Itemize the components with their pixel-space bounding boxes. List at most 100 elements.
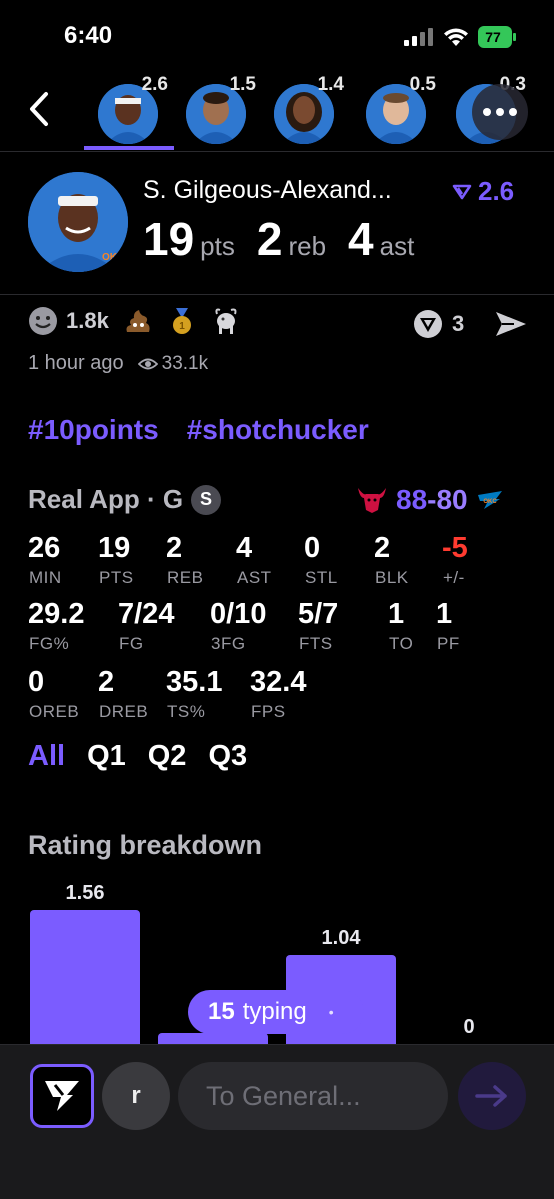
wifi-icon [444,28,468,46]
post-time: 1 hour ago [28,352,124,374]
stat-value: 2 [166,532,183,564]
player-score: 1.5 [229,74,256,95]
rebounds-value: 2 [256,213,283,265]
views-value: 33.1k [161,352,209,374]
tab-all[interactable]: All [28,740,65,773]
hashtag-link[interactable]: #shotchucker [187,414,369,446]
player-score: 0.5 [409,74,436,95]
strip-player-4[interactable]: 0.5 [366,74,436,144]
game-header: Real App · G S [28,484,222,515]
score-separator: - [427,484,437,515]
player-score: 1.4 [317,74,344,95]
stat-label: AST [237,568,272,587]
stat-value: 4 [236,532,253,564]
hashtag-link[interactable]: #10points [28,414,159,446]
stat-label: DREB [99,702,149,721]
eye-icon [137,358,158,369]
stat-label: OREB [29,702,80,721]
message-input[interactable] [178,1062,448,1130]
assists-value: 4 [348,213,374,265]
typing-indicator[interactable]: 15 typing • [188,990,364,1034]
real-logo-icon[interactable] [30,1064,94,1128]
typing-label: typing [242,998,307,1025]
stat-label: FPS [251,702,286,721]
stat-label: REB [167,568,204,587]
react-button[interactable]: 1.8k [28,306,109,336]
reaction-count: 1.8k [66,308,109,333]
tab-q3[interactable]: Q3 [208,740,247,773]
stat-value: 32.4 [250,666,307,698]
svg-text:1: 1 [179,321,185,332]
rating-bar [30,910,140,1044]
typing-dots-icon: • [328,1004,334,1020]
back-chevron-icon[interactable] [26,90,54,128]
strip-player-2[interactable]: 1.5 [186,74,256,144]
player-rating: 2.6 [452,176,514,207]
divider [0,294,554,295]
svg-text:OKC: OKC [483,499,497,505]
divider [0,151,554,152]
stat-value: 35.1 [166,666,223,698]
vote-count: 3 [452,311,465,336]
player-strip: 2.6 1.5 1.4 0.5 0.3 [0,70,554,150]
game-score[interactable]: 88-80 OKC [356,484,504,516]
view-count: 33.1k [137,352,209,375]
typing-count: 15 [208,998,235,1025]
tab-q1[interactable]: Q1 [87,740,126,773]
tab-q2[interactable]: Q2 [148,740,187,773]
game-label: Real App · G [28,484,184,514]
rebounds-unit: reb [288,231,327,261]
post-meta: 1 hour ago 33.1k [28,352,208,375]
quarter-tabs: All Q1 Q2 Q3 [28,740,247,773]
stat-value: -5 [442,532,468,564]
stat-label: TO [389,634,414,653]
poop-icon[interactable] [123,306,153,336]
away-score: 80 [436,484,468,515]
stat-label: PF [437,634,460,653]
bar-value-label: 0 [463,1016,475,1038]
stat-label: 3FG [211,634,246,653]
status-time: 6:40 [64,22,113,49]
send-icon [475,1085,507,1107]
medal-icon[interactable]: 1 [167,306,197,336]
stat-label: FG [119,634,144,653]
points-value: 19 [143,213,195,265]
stat-value: 2 [374,532,391,564]
stat-value: 0 [304,532,321,564]
player-name[interactable]: S. Gilgeous-Alexand... [143,176,392,205]
stat-value: 1 [388,598,405,630]
share-icon[interactable] [494,310,528,338]
stat-label: TS% [167,702,206,721]
assists-unit: ast [379,231,415,261]
stat-value: 26 [28,532,61,564]
more-icon[interactable] [472,84,528,140]
player-score: 2.6 [141,74,168,95]
rating-bar [158,1033,268,1044]
status-badge: S [191,484,222,515]
rating-value: 2.6 [478,176,515,206]
strip-player-1[interactable]: 2.6 [98,74,168,144]
stat-label: +/- [443,568,465,587]
stat-value: 19 [98,532,131,564]
battery-level: 77 [485,29,501,45]
strip-player-3[interactable]: 1.4 [274,74,344,144]
vote-button[interactable]: 3 [412,308,464,340]
smiley-icon [29,307,57,335]
stat-label: FTS [299,634,333,653]
send-button[interactable] [458,1062,526,1130]
svg-text:OKC: OKC [102,252,124,263]
stat-label: STL [305,568,338,587]
user-avatar[interactable]: r [102,1062,170,1130]
player-avatar[interactable]: OKC [28,172,128,272]
selected-indicator [84,146,174,150]
status-bar: 6:40 77 [0,0,554,70]
reactions-row: 1.8k 1 [28,306,241,336]
signal-icon [404,28,433,46]
stat-label: BLK [375,568,409,587]
stat-label: FG% [29,634,70,653]
stat-value: 7/24 [118,598,175,630]
stat-value: 1 [436,598,453,630]
goat-icon[interactable] [211,306,241,336]
thunder-logo-icon: OKC [477,491,502,509]
points-unit: pts [200,231,235,261]
